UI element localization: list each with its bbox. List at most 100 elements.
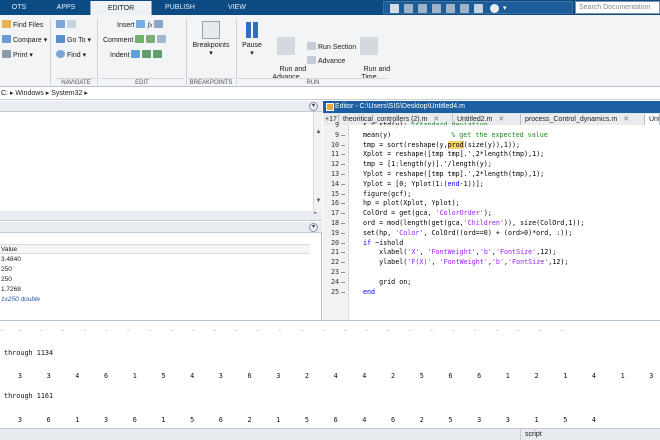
code-line[interactable]: 17— ColOrd = get(gca, 'ColorOrder'); xyxy=(323,209,660,219)
chevron-right-icon: ▸ xyxy=(84,90,88,97)
compare-button[interactable]: Compare ▾ xyxy=(2,35,47,45)
tab-editor[interactable]: EDITOR xyxy=(90,1,152,16)
insert-button[interactable]: Insert fx xyxy=(117,20,165,30)
back-arrow-icon xyxy=(56,20,65,28)
breakpoint-marker[interactable]: — xyxy=(341,150,345,160)
code-line[interactable]: 25— end xyxy=(323,288,660,298)
breakpoint-marker[interactable]: — xyxy=(341,141,345,151)
chevron-up-icon[interactable]: ⌃ xyxy=(312,211,318,219)
workspace-column-value[interactable]: Value xyxy=(0,244,310,254)
forward-arrow-icon xyxy=(67,20,76,28)
indent-button[interactable]: Indent xyxy=(110,50,164,60)
output-value: 6 xyxy=(46,416,51,424)
breakpoint-marker[interactable]: — xyxy=(341,278,345,288)
breakpoint-marker[interactable]: — xyxy=(341,219,345,229)
help-icon[interactable] xyxy=(490,4,499,13)
breakpoint-marker[interactable]: — xyxy=(341,268,345,278)
workspace-value[interactable]: 1x250 double xyxy=(0,295,310,305)
go-to-button[interactable]: Go To ▾ xyxy=(56,35,91,45)
breakpoint-marker[interactable]: — xyxy=(341,180,345,190)
find-button[interactable]: Find ▾ xyxy=(56,50,86,60)
code-line[interactable]: 12— tmp = [1:length(y)].'/length(y); xyxy=(323,160,660,170)
code-line[interactable]: 24— grid on; xyxy=(323,278,660,288)
breakpoint-marker[interactable]: — xyxy=(341,229,345,239)
breakpoints-button[interactable]: Breakpoints ▾ xyxy=(190,21,232,58)
tab-view[interactable]: VIEW xyxy=(212,0,262,15)
path-segment-windows[interactable]: Windows xyxy=(15,90,43,97)
chevron-down-icon[interactable]: ▾ xyxy=(503,4,509,13)
code-line[interactable]: 18— ord = mod(length(get(gca,'Children'))… xyxy=(323,219,660,229)
code-line[interactable]: 19— set(hp, 'Color', ColOrd((ord==0) + (o… xyxy=(323,229,660,239)
panel-actions-icon[interactable]: ▾ xyxy=(309,223,318,232)
panel-actions-icon[interactable]: ▾ xyxy=(309,102,318,111)
command-window[interactable]: - - - - - - - - - - - - - - - - - - - - … xyxy=(0,320,660,428)
current-folder-path[interactable]: C: ▸ Windows ▸ System32 ▸ xyxy=(0,88,660,100)
code-line[interactable]: 20— if ~ishold xyxy=(323,239,660,249)
breakpoint-marker[interactable]: — xyxy=(341,199,345,209)
breakpoint-marker[interactable]: — xyxy=(341,239,345,249)
run-time-icon xyxy=(360,37,378,55)
breakpoint-marker[interactable]: — xyxy=(341,288,345,298)
breakpoint-marker[interactable]: — xyxy=(341,190,345,200)
switch-windows-icon[interactable] xyxy=(474,4,483,13)
path-drive[interactable]: C: xyxy=(1,90,8,97)
scroll-down-icon[interactable]: ▼ xyxy=(314,197,323,206)
code-line[interactable]: 13— Yplot = reshape([tmp tmp].',2*length(… xyxy=(323,170,660,180)
output-value: 3 xyxy=(104,416,109,424)
save-icon[interactable] xyxy=(390,4,399,13)
code-line[interactable]: 10— tmp = sort(reshape(y,prod(size(y)),1)… xyxy=(323,140,660,151)
breakpoint-marker[interactable]: — xyxy=(341,258,345,268)
output-value: 6 xyxy=(333,416,338,424)
breakpoint-marker[interactable]: — xyxy=(341,209,345,219)
paste-icon[interactable] xyxy=(432,4,441,13)
copy-icon[interactable] xyxy=(418,4,427,13)
output-value: 6 xyxy=(247,372,252,380)
undo-icon[interactable] xyxy=(446,4,455,13)
fx-icon[interactable]: fx xyxy=(147,21,152,29)
run-section-button[interactable]: Run Section xyxy=(307,42,356,52)
code-line[interactable]: 11— Xplot = reshape([tmp tmp].',2*length(… xyxy=(323,150,660,160)
cut-icon[interactable] xyxy=(404,4,413,13)
code-line[interactable]: 15— figure(gcf); xyxy=(323,190,660,200)
code-text: grid on; xyxy=(363,277,412,286)
path-segment-system32[interactable]: System32 xyxy=(51,90,82,97)
line-number: 20 xyxy=(330,238,339,247)
editor-title: Editor - C:\Users\SIS\Desktop\Untitled4.… xyxy=(335,103,465,110)
code-top-fade xyxy=(349,125,660,133)
redo-icon[interactable] xyxy=(460,4,469,13)
back-forward-buttons[interactable] xyxy=(56,20,78,30)
breakpoint-marker[interactable]: — xyxy=(341,170,345,180)
quick-access-toolbar: ▾ xyxy=(383,1,573,14)
search-documentation-input[interactable]: Search Documentation xyxy=(575,1,660,14)
line-number: 16 xyxy=(330,199,339,208)
workspace-value[interactable]: 250 xyxy=(0,265,310,275)
breakpoint-marker[interactable]: — xyxy=(341,160,345,170)
code-line[interactable]: 16— hp = plot(Xplot, Yplot); xyxy=(323,199,660,209)
workspace-value[interactable]: 250 xyxy=(0,275,310,285)
vertical-scrollbar[interactable]: ▲ ▼ xyxy=(313,112,322,221)
output-value: 6 xyxy=(218,416,223,424)
current-folder-header: ▾ xyxy=(0,101,322,112)
tab-publish[interactable]: PUBLISH xyxy=(152,0,208,15)
wrap-comments-icon xyxy=(157,35,167,43)
breakpoint-marker[interactable]: — xyxy=(341,248,345,258)
comment-button[interactable]: Comment xyxy=(103,35,168,45)
advance-button[interactable]: Advance xyxy=(307,56,345,66)
scroll-up-icon[interactable]: ▲ xyxy=(314,128,323,137)
workspace-value[interactable]: 3.4840 xyxy=(0,255,310,265)
code-line[interactable]: 22— ylabel('F(X)', 'FontWeight','b','Fon… xyxy=(323,258,660,268)
code-line[interactable]: 21— xlabel('X', 'FontWeight','b','FontSi… xyxy=(323,248,660,258)
print-button[interactable]: Print ▾ xyxy=(2,50,33,60)
output-value: 5 xyxy=(563,416,568,424)
tab-apps[interactable]: APPS xyxy=(46,0,86,15)
tab-plots[interactable]: OTS xyxy=(0,0,38,15)
breakpoint-marker[interactable]: — xyxy=(341,131,345,141)
code-line[interactable]: 14— Yplot = [0; Yplot(1:(end-1))]; xyxy=(323,180,660,190)
code-text: hp = plot(Xplot, Yplot); xyxy=(363,199,460,208)
workspace-value[interactable]: 1.7268 xyxy=(0,285,310,295)
code-line[interactable]: 23— xyxy=(323,268,660,278)
find-files-button[interactable]: Find Files xyxy=(2,20,43,30)
editor-title-bar: Editor - C:\Users\SIS\Desktop\Untitled4.… xyxy=(323,101,660,113)
pause-button[interactable]: Pause ▾ xyxy=(240,21,264,58)
compare-label: Compare xyxy=(13,37,42,44)
